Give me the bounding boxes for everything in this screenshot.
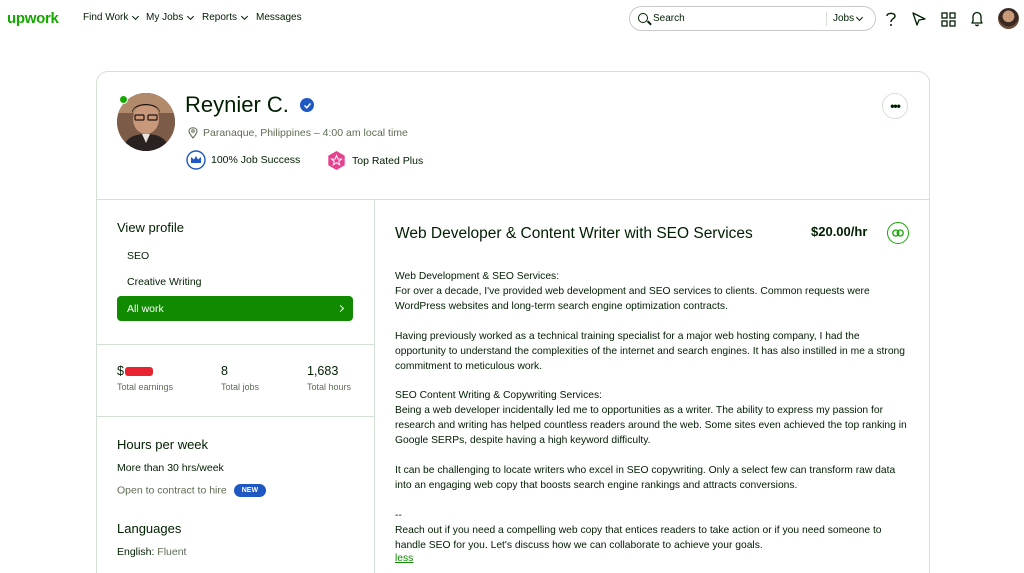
description-line: WordPress websites and long-term search …	[395, 301, 728, 312]
description-line: Having previously worked as a technical …	[395, 331, 860, 342]
language-name: English:	[117, 546, 155, 558]
nav-find-work[interactable]: Find Work	[83, 12, 140, 23]
description-line: Google SERPs, despite having a high keyw…	[395, 435, 651, 446]
description-paragraph: Having previously worked as a technical …	[395, 329, 915, 374]
description-paragraph: It can be challenging to locate writers …	[395, 463, 915, 493]
copy-link-button[interactable]	[887, 222, 909, 244]
search-input[interactable]	[653, 10, 813, 27]
notifications-bell-icon[interactable]	[968, 10, 986, 28]
user-avatar[interactable]	[998, 8, 1019, 29]
earnings-redaction	[124, 367, 153, 377]
total-jobs-label: Total jobs	[221, 382, 260, 392]
contract-to-hire-row: Open to contract to hire NEW	[117, 484, 267, 497]
chevron-right-icon	[336, 304, 345, 313]
chevron-down-icon	[240, 12, 249, 20]
description-line: opportunity to understand the complexiti…	[395, 346, 905, 357]
nav-reports-label: Reports	[202, 12, 238, 23]
description-line: SEO Content Writing & Copywriting Servic…	[395, 390, 602, 401]
chevron-down-icon	[187, 12, 195, 20]
help-icon[interactable]	[882, 10, 900, 28]
description-line: research and writing has helped countles…	[395, 420, 907, 431]
nav-find-work-label: Find Work	[83, 12, 129, 23]
column-divider	[374, 199, 375, 573]
top-nav: upwork Find Work My Jobs Reports Message…	[0, 0, 1024, 38]
description-line: Web Development & SEO Services:	[395, 271, 560, 282]
description-paragraph: SEO Content Writing & Copywriting Servic…	[395, 388, 915, 448]
less-link[interactable]: less	[395, 553, 413, 564]
crown-icon	[186, 150, 206, 170]
total-earnings-value: $	[117, 364, 153, 378]
all-work-button[interactable]: All work	[117, 296, 353, 321]
language-row: English: Fluent	[117, 546, 186, 558]
more-options-button[interactable]: •••	[882, 93, 908, 119]
job-success-text: 100% Job Success	[211, 154, 301, 166]
hours-per-week-value: More than 30 hrs/week	[117, 462, 224, 474]
nav-messages[interactable]: Messages	[256, 12, 302, 23]
search-divider	[826, 12, 827, 26]
description-line: --	[395, 510, 402, 521]
search-scope-label: Jobs	[833, 13, 855, 24]
specialization-creative-writing[interactable]: Creative Writing	[127, 276, 202, 288]
languages-heading: Languages	[117, 521, 182, 536]
location-pin-icon	[188, 127, 198, 139]
location-row: Paranaque, Philippines – 4:00 am local t…	[188, 127, 408, 139]
direct-contracts-icon[interactable]	[910, 10, 928, 28]
description-paragraph: -- Reach out if you need a compelling we…	[395, 508, 915, 553]
top-rated-text: Top Rated Plus	[352, 154, 424, 167]
top-rated-badge: Top Rated Plus	[326, 150, 423, 171]
online-status-dot	[119, 95, 128, 104]
view-profile-heading: View profile	[117, 220, 184, 235]
header-divider	[96, 199, 930, 200]
profile-title: Web Developer & Content Writer with SEO …	[395, 225, 753, 242]
job-success-badge: 100% Job Success	[186, 150, 300, 170]
chevron-down-icon	[856, 13, 864, 21]
contract-to-hire-text: Open to contract to hire	[117, 484, 227, 497]
chevron-down-icon	[132, 12, 140, 20]
nav-reports[interactable]: Reports	[202, 12, 249, 23]
link-icon	[892, 229, 904, 237]
sidebar-divider	[96, 416, 374, 417]
new-badge: NEW	[233, 484, 267, 497]
search-bar: Jobs	[629, 6, 876, 31]
specialization-seo[interactable]: SEO	[127, 250, 149, 262]
total-hours-value: 1,683	[307, 364, 339, 378]
description-line: Being a web developer incidentally led m…	[395, 405, 884, 416]
description-line: commitment to meticulous work.	[395, 361, 543, 372]
nav-messages-label: Messages	[256, 12, 302, 23]
upwork-logo[interactable]: upwork	[7, 10, 59, 27]
total-hours-label: Total hours	[307, 382, 352, 392]
location-text: Paranaque, Philippines – 4:00 am local t…	[203, 127, 408, 139]
freelancer-name: Reynier C.	[185, 92, 289, 117]
nav-my-jobs[interactable]: My Jobs	[146, 12, 195, 23]
search-scope-dropdown[interactable]: Jobs	[833, 13, 864, 24]
sidebar-divider	[96, 344, 374, 345]
nav-my-jobs-label: My Jobs	[146, 12, 184, 23]
total-earnings-label: Total earnings	[117, 382, 174, 392]
description-line: For over a decade, I've provided web dev…	[395, 286, 870, 297]
language-level: Fluent	[157, 546, 187, 558]
earnings-currency: $	[117, 364, 124, 378]
description-line: handle SEO for you. Let's discuss how we…	[395, 540, 763, 551]
search-icon	[638, 13, 648, 23]
all-work-label: All work	[127, 302, 164, 315]
verified-badge-icon	[300, 98, 314, 112]
top-rated-plus-icon	[328, 151, 345, 170]
description-line: into an engaging web copy that boosts se…	[395, 480, 798, 491]
apps-grid-icon[interactable]	[939, 10, 957, 28]
hours-per-week-heading: Hours per week	[117, 437, 209, 452]
total-jobs-value: 8	[221, 364, 228, 378]
profile-card	[96, 71, 930, 573]
hourly-rate: $20.00/hr	[811, 224, 868, 239]
description-paragraph: Web Development & SEO Services: For over…	[395, 269, 915, 314]
description-line: Reach out if you need a compelling web c…	[395, 525, 882, 536]
description-line: It can be challenging to locate writers …	[395, 465, 896, 476]
